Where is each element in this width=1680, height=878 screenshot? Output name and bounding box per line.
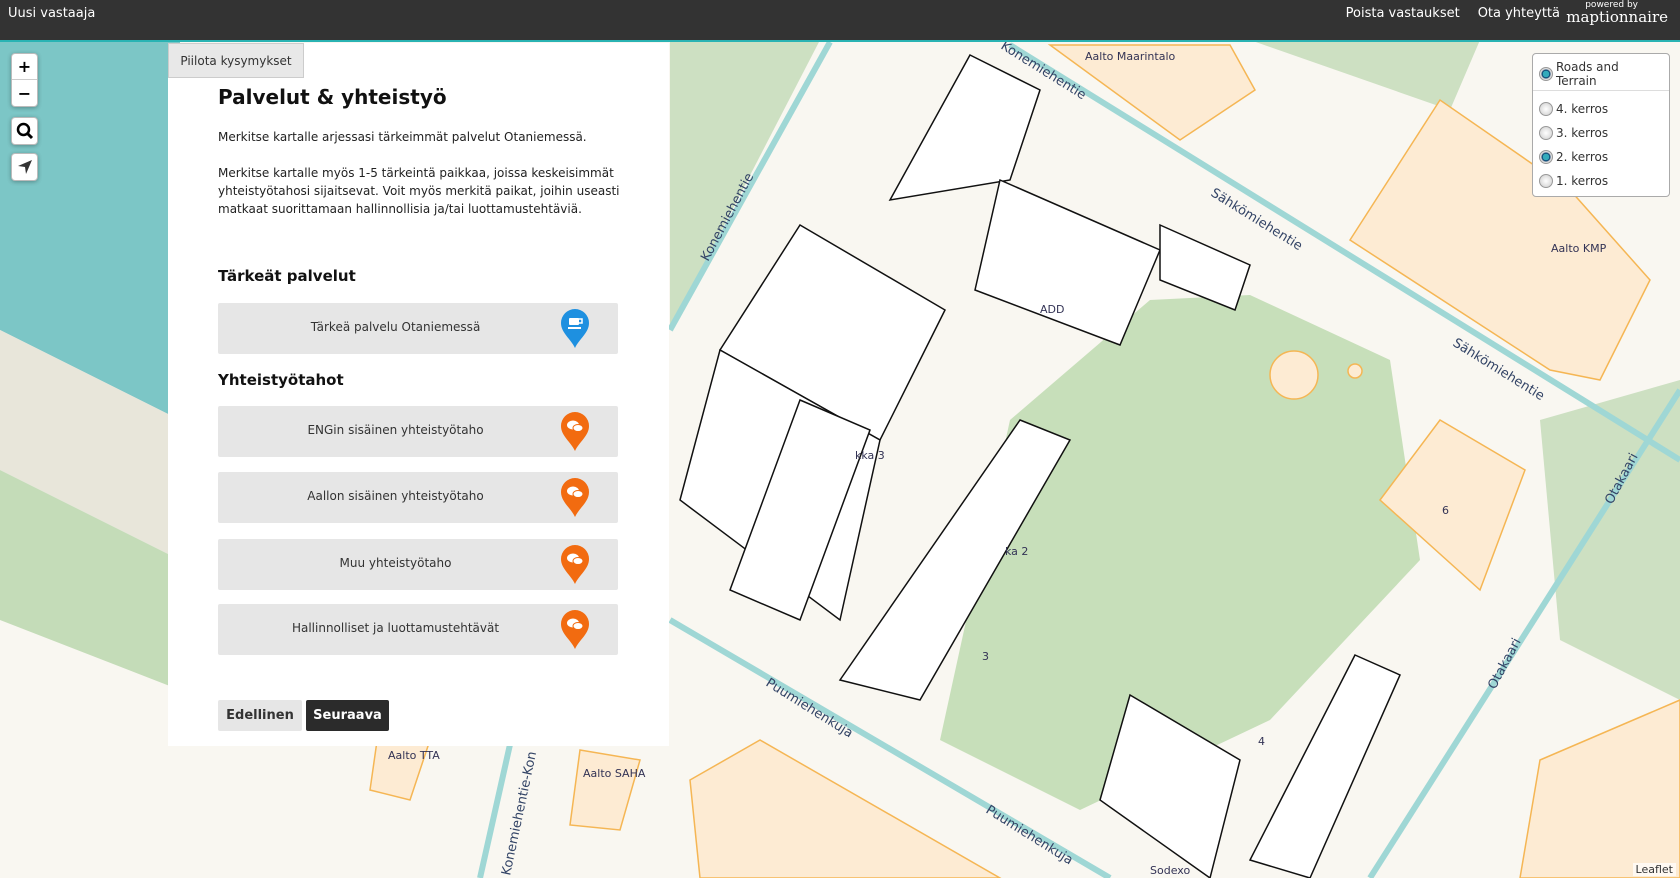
logo-name: maptionnaire <box>1566 8 1668 26</box>
top-bar: Uusi vastaaja Poista vastaukset Ota yhte… <box>0 0 1680 42</box>
radio[interactable] <box>1539 102 1553 116</box>
section-heading: Yhteistyötahot <box>218 371 344 389</box>
map-label: ka 2 <box>1005 545 1028 558</box>
button-label: Hallinnolliset ja luottamustehtävät <box>291 621 500 635</box>
map-label: Aalto TTA <box>388 749 440 762</box>
contact-link[interactable]: Ota yhteyttä <box>1478 6 1560 21</box>
next-button[interactable]: Seuraava <box>306 700 389 731</box>
map-label: Aalto SAHA <box>583 767 646 780</box>
layer-label: 1. kerros <box>1556 174 1609 188</box>
section-heading: Tärkeät palvelut <box>218 267 356 285</box>
locate-arrow-icon <box>17 160 32 174</box>
hide-questions-button[interactable]: Piilota kysymykset <box>168 43 304 78</box>
instruction-text: Merkitse kartalle arjessasi tärkeimmät p… <box>218 130 587 144</box>
layer-label: Roads and Terrain <box>1555 60 1619 88</box>
add-partner-marker-button[interactable]: Aallon sisäinen yhteistyötaho <box>218 472 618 523</box>
layer-label: 2. kerros <box>1556 150 1609 164</box>
layer-floor-4[interactable]: 4. kerros <box>1539 97 1663 121</box>
divider <box>1533 90 1669 91</box>
page-title: Palvelut & yhteistyö <box>218 85 447 109</box>
layer-control: Roads and Terrain 4. kerros 3. kerros 2.… <box>1532 53 1670 197</box>
layer-floor-1[interactable]: 1. kerros <box>1539 169 1663 193</box>
search-icon <box>16 122 33 140</box>
new-respondent-link[interactable]: Uusi vastaaja <box>8 6 95 21</box>
map-label: 6 <box>1442 504 1449 517</box>
radio[interactable] <box>1539 126 1553 140</box>
map-label: ADD <box>1040 303 1064 316</box>
instruction-text: Merkitse kartalle myös 1-5 tärkeintä pai… <box>218 166 620 216</box>
leaflet-attribution[interactable]: Leaflet <box>1632 863 1676 876</box>
search-button[interactable] <box>11 117 38 145</box>
zoom-control: + − <box>11 53 38 107</box>
question-panel: Palvelut & yhteistyö Merkitse kartalle a… <box>168 43 669 746</box>
add-partner-marker-button[interactable]: ENGin sisäinen yhteistyötaho <box>218 406 618 457</box>
layer-label: 4. kerros <box>1556 102 1609 116</box>
zoom-in-button[interactable]: + <box>12 54 37 80</box>
button-label: ENGin sisäinen yhteistyötaho <box>307 423 484 437</box>
button-label: Aallon sisäinen yhteistyötaho <box>307 489 484 503</box>
map-label: Aalto KMP <box>1551 242 1607 255</box>
button-label: Tärkeä palvelu Otaniemessä <box>310 320 481 334</box>
locate-button[interactable] <box>11 153 38 181</box>
zoom-out-button[interactable]: − <box>12 80 37 106</box>
layer-label: 3. kerros <box>1556 126 1609 140</box>
map-label: kka 3 <box>855 449 885 462</box>
radio-selected[interactable] <box>1539 150 1553 164</box>
coffee-marker-icon <box>561 309 589 348</box>
add-partner-marker-button[interactable]: Hallinnolliset ja luottamustehtävät <box>218 604 618 655</box>
chat-marker-icon <box>561 478 589 517</box>
clear-answers-link[interactable]: Poista vastaukset <box>1346 6 1460 21</box>
add-service-marker-button[interactable]: Tärkeä palvelu Otaniemessä <box>218 303 618 354</box>
add-partner-marker-button[interactable]: Muu yhteistyötaho <box>218 539 618 590</box>
map-label: Sodexo <box>1150 864 1190 877</box>
chat-marker-icon <box>561 412 589 451</box>
button-label: Muu yhteistyötaho <box>339 556 452 570</box>
map-label: Aalto Maarintalo <box>1085 50 1175 63</box>
previous-button[interactable]: Edellinen <box>218 700 302 731</box>
layer-floor-2[interactable]: 2. kerros <box>1539 145 1663 169</box>
radio-selected[interactable] <box>1539 67 1553 81</box>
map-label: 3 <box>982 650 989 663</box>
map-label: 4 <box>1258 735 1265 748</box>
chat-marker-icon <box>561 610 589 649</box>
layer-base-roads-terrain[interactable]: Roads and Terrain <box>1539 60 1663 88</box>
maptionnaire-logo[interactable]: powered by maptionnaire <box>1550 0 1668 34</box>
chat-marker-icon <box>561 545 589 584</box>
radio[interactable] <box>1539 174 1553 188</box>
layer-floor-3[interactable]: 3. kerros <box>1539 121 1663 145</box>
